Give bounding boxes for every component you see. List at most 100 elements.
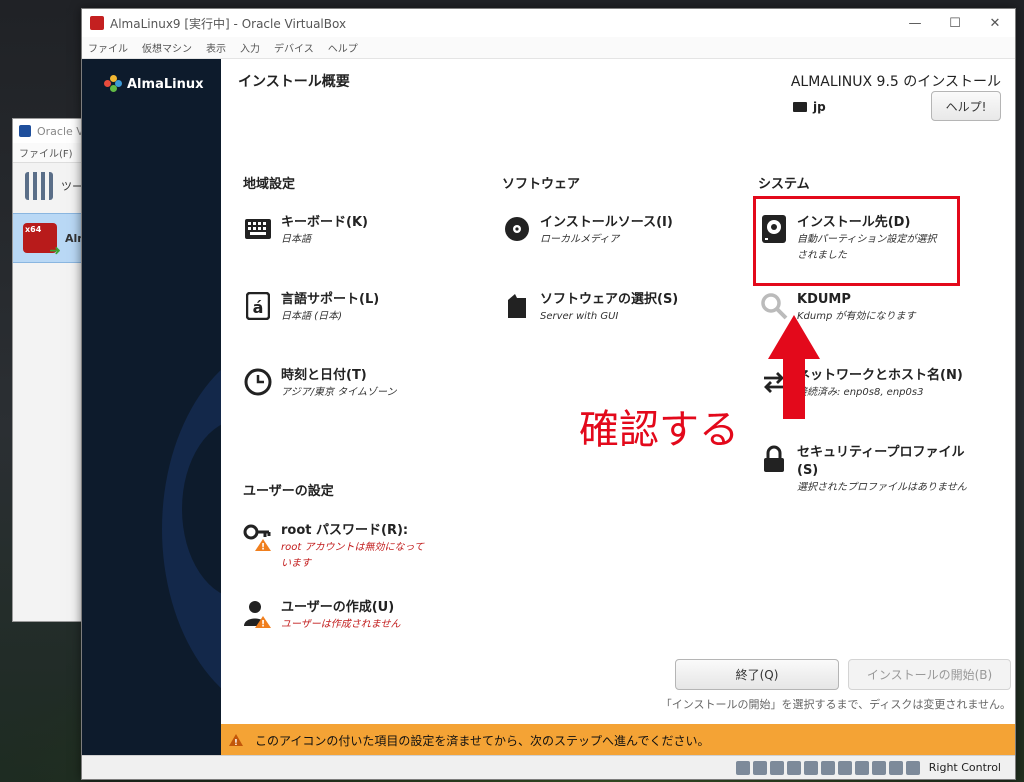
vm-window-title: AlmaLinux9 [実行中] - Oracle VirtualBox: [110, 16, 347, 31]
manager-title: Oracle V: [37, 124, 84, 138]
clock-icon: [243, 367, 273, 397]
spoke-status: 接続済み: enp0s8, enp0s3: [797, 387, 924, 398]
spoke-title: root パスワード(R):: [281, 523, 409, 538]
quit-button[interactable]: 終了(Q): [675, 659, 839, 690]
begin-installation-button[interactable]: インストールの開始(B): [848, 659, 1011, 690]
menu-devices[interactable]: デバイス: [274, 40, 314, 55]
keyboard-capture-icon[interactable]: [905, 760, 920, 775]
shared-folder-status-icon[interactable]: [820, 760, 835, 775]
minimize-button[interactable]: —: [895, 16, 935, 31]
menu-input[interactable]: 入力: [240, 40, 260, 55]
running-arrow-icon: ➜: [49, 243, 61, 259]
keyboard-icon: [243, 214, 273, 244]
guest-display[interactable]: AlmaLinux インストール概要 ALMALINUX 9.5 のインストール…: [82, 59, 1015, 756]
network-status-icon[interactable]: [786, 760, 801, 775]
tools-icon: [25, 172, 53, 200]
virtualbox-manager-window[interactable]: Oracle V ファイル(F) ツー x64 ➜ Alm: [12, 118, 92, 622]
svg-text:á: á: [253, 298, 264, 317]
spoke-user-creation[interactable]: ! ユーザーの作成(U) ユーザーは作成されません: [243, 599, 401, 633]
keyboard-layout-indicator[interactable]: jp: [793, 100, 826, 114]
mouse-integration-icon[interactable]: [888, 760, 903, 775]
window-controls: — ☐ ✕: [895, 16, 1015, 31]
page-title: インストール概要: [238, 74, 350, 90]
spoke-title: 言語サポート(L): [281, 292, 380, 307]
spoke-status: 日本語: [281, 234, 311, 245]
warning-text: このアイコンの付いた項目の設定を済ませてから、次のステップへ進んでください。: [255, 733, 710, 748]
almalinux-logo: AlmaLinux: [104, 75, 203, 93]
spoke-time-date[interactable]: 時刻と日付(T) アジア/東京 タイムゾーン: [243, 367, 396, 401]
section-localization: 地域設定: [243, 177, 296, 192]
annotation-text: 確認する: [579, 407, 739, 453]
spoke-title: ソフトウェアの選択(S): [540, 292, 679, 307]
recording-status-icon[interactable]: [854, 760, 869, 775]
menu-help[interactable]: ヘルプ: [328, 40, 358, 55]
spoke-root-password[interactable]: ! root パスワード(R): root アカウントは無効になって います: [243, 522, 424, 572]
disk-unchanged-note: 「インストールの開始」を選択するまで、ディスクは変更されません。: [660, 698, 1011, 711]
section-system: システム: [758, 177, 810, 192]
manager-titlebar[interactable]: Oracle V: [13, 119, 91, 143]
vm-window[interactable]: AlmaLinux9 [実行中] - Oracle VirtualBox — ☐…: [81, 8, 1016, 780]
close-button[interactable]: ✕: [975, 16, 1015, 31]
manager-menu-file[interactable]: ファイル(F): [19, 145, 73, 160]
svg-text:!: !: [261, 620, 265, 630]
vm-menubar: ファイル 仮想マシン 表示 入力 デバイス ヘルプ: [82, 37, 1015, 59]
maximize-button[interactable]: ☐: [935, 16, 975, 31]
user-warning-icon: !: [243, 599, 273, 629]
tools-label: ツー: [61, 180, 83, 193]
language-icon: á: [243, 291, 273, 321]
spoke-software-selection[interactable]: ソフトウェアの選択(S) Server with GUI: [502, 291, 678, 325]
cpu-status-icon[interactable]: [871, 760, 886, 775]
spoke-title: 時刻と日付(T): [281, 368, 367, 383]
spoke-title: ネットワークとホスト名(N): [797, 368, 963, 383]
spoke-security-profile[interactable]: セキュリティープロファイル (S) 選択されたプロファイルはありません: [759, 444, 967, 496]
spoke-status: アジア/東京 タイムゾーン: [281, 387, 397, 398]
virtualbox-logo-icon: [19, 125, 31, 137]
installer-sidebar: AlmaLinux: [82, 59, 221, 756]
keyboard-icon: [793, 102, 807, 112]
spoke-status: Server with GUI: [540, 311, 619, 322]
product-title: ALMALINUX 9.5 のインストール: [790, 74, 1001, 90]
usb-status-icon[interactable]: [803, 760, 818, 775]
vm-os-icon: x64 ➜: [23, 223, 61, 259]
spoke-keyboard[interactable]: キーボード(K) 日本語: [243, 214, 368, 248]
menu-machine[interactable]: 仮想マシン: [142, 40, 192, 55]
help-button[interactable]: ヘルプ!: [931, 91, 1001, 121]
annotation-highlight-box: [753, 196, 960, 286]
key-warning-icon: !: [243, 522, 273, 552]
vm-window-icon: [90, 16, 104, 30]
manager-vm-item[interactable]: x64 ➜ Alm: [13, 213, 91, 263]
spoke-title: ユーザーの作成(U): [281, 600, 395, 615]
spoke-status-warning: ユーザーは作成されません: [281, 619, 401, 630]
package-icon: [502, 291, 532, 321]
section-user-settings: ユーザーの設定: [243, 484, 334, 499]
optical-drive-status-icon[interactable]: [752, 760, 767, 775]
svg-text:!: !: [261, 543, 265, 553]
disc-icon: [502, 214, 532, 244]
audio-status-icon[interactable]: [769, 760, 784, 775]
menu-file[interactable]: ファイル: [88, 40, 128, 55]
section-software: ソフトウェア: [502, 177, 581, 192]
vm-statusbar: Right Control: [82, 755, 1015, 779]
display-status-icon[interactable]: [837, 760, 852, 775]
spoke-title: KDUMP: [797, 292, 851, 307]
almalinux-logo-icon: [104, 75, 122, 93]
hard-disk-status-icon[interactable]: [735, 760, 750, 775]
spoke-status-warning: います: [281, 558, 311, 569]
menu-view[interactable]: 表示: [206, 40, 226, 55]
host-key-label: Right Control: [928, 761, 1001, 774]
spoke-language-support[interactable]: á 言語サポート(L) 日本語 (日本): [243, 291, 379, 325]
annotation-arrow-icon: [768, 315, 820, 419]
spoke-status-warning: root アカウントは無効になって: [281, 542, 424, 553]
vm-titlebar[interactable]: AlmaLinux9 [実行中] - Oracle VirtualBox — ☐…: [82, 9, 1015, 37]
keyboard-layout-label: jp: [813, 100, 826, 114]
lock-icon: [759, 444, 789, 474]
installation-summary: インストール概要 ALMALINUX 9.5 のインストール jp ヘルプ! 地…: [221, 59, 1015, 756]
spoke-title-cont: (S): [797, 463, 819, 478]
spoke-status: 選択されたプロファイルはありません: [797, 482, 967, 493]
spoke-title: インストールソース(I): [540, 215, 673, 230]
svg-text:!: !: [234, 738, 238, 746]
manager-menubar: ファイル(F): [13, 143, 91, 163]
spoke-title: キーボード(K): [281, 215, 368, 230]
manager-tools-item[interactable]: ツー: [13, 163, 91, 209]
spoke-installation-source[interactable]: インストールソース(I) ローカルメディア: [502, 214, 673, 248]
